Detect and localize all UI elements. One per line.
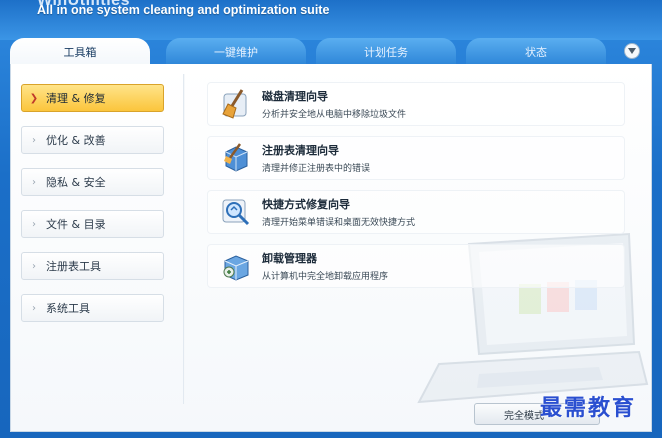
app-window: WinUtilities All in one system cleaning …	[0, 0, 662, 438]
tool-description: 分析并安全地从电脑中移除垃圾文件	[262, 110, 407, 120]
sidebar-item-label: 清理 & 修复	[46, 92, 106, 105]
chevron-right-icon: ›	[32, 260, 36, 272]
tool-registry-cleaner[interactable]: 注册表清理向导 清理并修正注册表中的错误	[207, 136, 625, 180]
tab-one-click-maintenance[interactable]: 一键维护	[166, 38, 306, 65]
chevron-right-icon: ❯	[29, 92, 39, 104]
tool-title: 快捷方式修复向导	[262, 198, 350, 211]
sidebar-item-label: 系统工具	[46, 302, 90, 315]
sidebar-item-label: 文件 & 目录	[46, 218, 106, 231]
sidebar-item-system-tools[interactable]: › 系统工具	[21, 294, 164, 322]
main-panel: ❯ 清理 & 修复 › 优化 & 改善 › 隐私 & 安全 › 文件 & 目录 …	[10, 64, 652, 432]
header-band: WinUtilities All in one system cleaning …	[0, 0, 662, 40]
chevron-right-icon: ›	[32, 218, 36, 230]
tool-disk-cleaner[interactable]: 磁盘清理向导 分析并安全地从电脑中移除垃圾文件	[207, 82, 625, 126]
chevron-right-icon: ›	[32, 176, 36, 188]
chevron-down-icon[interactable]	[624, 43, 640, 59]
sidebar-item-optimize[interactable]: › 优化 & 改善	[21, 126, 164, 154]
full-mode-label: 完全模式	[504, 410, 544, 422]
chevron-right-icon: ›	[32, 302, 36, 314]
sidebar-item-label: 注册表工具	[46, 260, 101, 273]
chevron-right-icon: ›	[32, 134, 36, 146]
tool-description: 从计算机中完全地卸载应用程序	[262, 272, 389, 282]
sidebar-divider	[183, 74, 185, 404]
registry-cube-icon	[224, 143, 248, 172]
tool-uninstall-manager[interactable]: 卸载管理器 从计算机中完全地卸载应用程序	[207, 244, 625, 288]
tool-shortcut-fixer[interactable]: 快捷方式修复向导 清理开始菜单错误和桌面无效快捷方式	[207, 190, 625, 234]
sidebar-item-privacy[interactable]: › 隐私 & 安全	[21, 168, 164, 196]
tab-toolbox[interactable]: 工具箱	[10, 38, 150, 66]
tool-title: 注册表清理向导	[262, 144, 339, 157]
broom-icon	[222, 89, 247, 119]
tool-title: 磁盘清理向导	[262, 90, 328, 103]
sidebar-item-clean-repair[interactable]: ❯ 清理 & 修复	[21, 84, 164, 112]
sidebar: ❯ 清理 & 修复 › 优化 & 改善 › 隐私 & 安全 › 文件 & 目录 …	[11, 64, 184, 432]
tool-title: 卸载管理器	[262, 252, 317, 265]
tool-description: 清理并修正注册表中的错误	[262, 164, 371, 174]
sidebar-item-label: 优化 & 改善	[46, 134, 106, 147]
tab-status[interactable]: 状态	[466, 38, 606, 65]
app-subtitle: All in one system cleaning and optimizat…	[37, 3, 330, 17]
tool-description: 清理开始菜单错误和桌面无效快捷方式	[262, 218, 416, 228]
magnifier-shortcut-icon	[222, 199, 250, 226]
sidebar-item-registry-tools[interactable]: › 注册表工具	[21, 252, 164, 280]
tab-scheduled-tasks[interactable]: 计划任务	[316, 38, 456, 65]
uninstall-box-icon	[223, 255, 249, 281]
watermark: 最需教育	[540, 395, 637, 421]
sidebar-item-label: 隐私 & 安全	[46, 176, 106, 189]
sidebar-item-files[interactable]: › 文件 & 目录	[21, 210, 164, 238]
tab-bar: 工具箱 一键维护 计划任务 状态	[10, 38, 652, 66]
